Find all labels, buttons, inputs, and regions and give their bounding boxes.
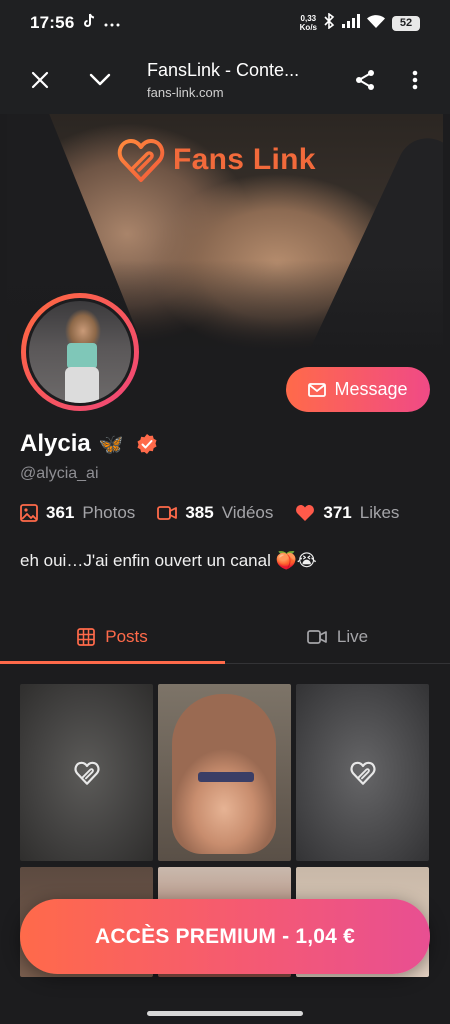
wifi-icon	[367, 14, 385, 33]
post-tile-photo[interactable]	[158, 684, 291, 861]
premium-access-button[interactable]: ACCÈS PREMIUM - 1,04 €	[20, 899, 430, 974]
close-icon[interactable]	[15, 55, 65, 105]
signal-icon	[342, 13, 360, 33]
profile-stats: 361 Photos 385 Vidéos 371 Likes	[20, 503, 421, 523]
gesture-bar[interactable]	[147, 1011, 303, 1016]
status-bar: 17:56 0,33 Ko/s 52	[0, 0, 450, 46]
heart-clip-icon	[74, 761, 99, 785]
stat-photos: 361 Photos	[20, 503, 135, 523]
overflow-menu-icon[interactable]	[390, 55, 440, 105]
stat-videos: 385 Vidéos	[157, 503, 273, 523]
message-button[interactable]: Message	[286, 367, 430, 412]
video-icon	[157, 506, 178, 520]
content-tabs: Posts Live	[0, 610, 450, 664]
tiktok-icon	[82, 13, 96, 34]
profile-bio: eh oui…J'ai enfin ouvert un canal 🍑😭	[20, 551, 317, 570]
grid-icon	[77, 627, 96, 646]
video-camera-icon	[307, 629, 327, 644]
heart-clip-icon	[117, 139, 165, 182]
image-icon	[20, 504, 38, 522]
profile-name: Alycia	[20, 430, 91, 457]
chevron-down-icon[interactable]	[75, 55, 125, 105]
bluetooth-icon	[324, 11, 335, 34]
tab-live[interactable]: Live	[225, 610, 450, 663]
message-label: Message	[334, 379, 408, 399]
name-emoji: 🦋	[98, 433, 124, 456]
more-notifications-icon	[104, 14, 120, 32]
verified-badge-icon	[137, 434, 157, 454]
tab-posts[interactable]: Posts	[0, 610, 225, 664]
share-icon[interactable]	[340, 55, 390, 105]
heart-clip-icon	[350, 761, 375, 785]
browser-title-block[interactable]: FansLink - Conte... fans-link.com	[147, 60, 340, 100]
fanslink-logo: Fans Link	[115, 134, 316, 186]
heart-icon	[296, 505, 315, 521]
avatar[interactable]	[21, 293, 139, 411]
stat-likes: 371 Likes	[295, 503, 399, 523]
page-title: FansLink - Conte...	[147, 60, 300, 80]
envelope-icon	[308, 382, 327, 397]
post-tile-locked[interactable]	[20, 684, 153, 861]
net-speed: 0,33 Ko/s	[299, 14, 317, 32]
status-time: 17:56	[30, 13, 75, 32]
profile-handle: @alycia_ai	[20, 465, 99, 482]
avatar-image	[26, 298, 134, 406]
battery-icon: 52	[392, 15, 420, 31]
profile-name-row: Alycia 🦋	[20, 430, 158, 458]
post-tile-locked[interactable]	[296, 684, 429, 861]
browser-toolbar: FansLink - Conte... fans-link.com	[0, 46, 450, 114]
page-url: fans-link.com	[147, 85, 224, 100]
